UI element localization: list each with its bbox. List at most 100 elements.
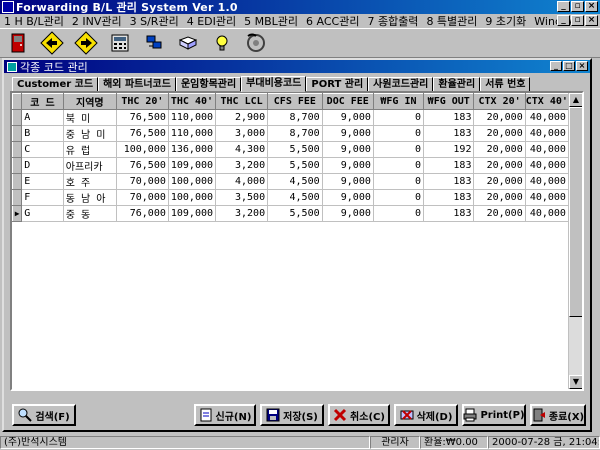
table-cell[interactable]: 100,000 — [168, 173, 217, 190]
scroll-down-button[interactable]: ▼ — [569, 375, 582, 389]
child-close-button[interactable]: × — [576, 61, 588, 71]
child-minimize-button[interactable]: _ — [550, 61, 562, 71]
table-cell[interactable]: 109,000 — [168, 205, 217, 222]
calculator-icon[interactable] — [108, 31, 132, 55]
table-cell[interactable]: 0 — [373, 109, 425, 126]
row-indicator[interactable] — [12, 125, 23, 142]
table-cell[interactable]: 3,000 — [215, 125, 269, 142]
table-cell[interactable]: 136,000 — [168, 141, 217, 158]
table-cell[interactable]: 183 — [423, 189, 475, 206]
table-cell[interactable]: 아프리카 — [63, 157, 117, 174]
mdi-close-button[interactable]: × — [585, 15, 598, 26]
minimize-button[interactable]: _ — [557, 1, 570, 12]
new-button[interactable]: 신규(N) — [194, 404, 256, 426]
table-row[interactable]: E호 주 70,000 100,000 4,000 4,500 9,000 0 183 20,0… — [12, 173, 582, 190]
table-cell[interactable]: 9,000 — [322, 141, 374, 158]
column-header[interactable]: 코 드 — [21, 93, 64, 110]
table-cell[interactable]: 20,000 — [473, 189, 526, 206]
table-cell[interactable]: 4,300 — [215, 141, 269, 158]
table-cell[interactable]: 70,000 — [116, 173, 169, 190]
table-cell[interactable]: 100,000 — [168, 189, 217, 206]
table-cell[interactable]: 100,000 — [116, 141, 169, 158]
tab-partner-code[interactable]: 해외 파트너코드 — [98, 77, 176, 92]
column-header[interactable]: THC 40' — [167, 93, 217, 110]
table-cell[interactable]: 8,700 — [267, 125, 323, 142]
table-cell[interactable]: 40,000 — [525, 205, 569, 222]
scroll-up-button[interactable]: ▲ — [569, 93, 582, 107]
tab-customer-code[interactable]: Customer 코드 — [12, 77, 99, 92]
table-cell[interactable]: 70,000 — [116, 189, 169, 206]
table-cell[interactable]: 40,000 — [525, 141, 569, 158]
table-cell[interactable]: C — [21, 141, 64, 158]
menu-init[interactable]: 9 초기화 — [485, 13, 526, 29]
table-cell[interactable]: 북 미 — [63, 109, 117, 126]
table-cell[interactable]: G — [21, 205, 64, 222]
table-cell[interactable]: 9,000 — [322, 109, 374, 126]
delete-button[interactable]: 삭제(D) — [394, 404, 458, 426]
table-cell[interactable]: 중 동 — [63, 205, 117, 222]
table-cell[interactable]: 5,500 — [267, 205, 323, 222]
table-row[interactable]: ▶ G 중 동 76,000 109,000 3,200 5,500 9,000 0 183 20,… — [12, 205, 582, 222]
table-cell[interactable]: 20,000 — [473, 205, 526, 222]
table-cell[interactable]: 호 주 — [63, 173, 117, 190]
row-indicator[interactable] — [12, 173, 23, 190]
row-indicator[interactable]: ▶ — [12, 205, 23, 222]
menu-report[interactable]: 7 종합출력 — [367, 13, 418, 29]
table-cell[interactable]: 9,000 — [322, 205, 374, 222]
maximize-button[interactable]: ▫ — [571, 1, 584, 12]
column-header[interactable]: THC LCL — [215, 93, 269, 110]
book-icon[interactable] — [176, 31, 200, 55]
table-cell[interactable]: 0 — [373, 141, 425, 158]
table-row[interactable]: D 아프리카 76,500 109,000 3,200 5,500 9,000 0 183 20,… — [12, 157, 582, 174]
table-cell[interactable]: 9,000 — [322, 125, 374, 142]
mdi-restore-button[interactable]: ▫ — [571, 15, 584, 26]
column-header[interactable]: CTX 20' — [473, 93, 526, 110]
tab-document-number[interactable]: 서류 번호 — [480, 77, 531, 92]
cancel-button[interactable]: 취소(C) — [328, 404, 390, 426]
column-header[interactable]: ₩FG OUT — [423, 93, 475, 110]
column-header[interactable]: CFS FEE — [267, 93, 323, 110]
close-button[interactable]: × — [585, 1, 598, 12]
column-header[interactable]: 지역명 — [62, 93, 117, 110]
vertical-scrollbar[interactable]: ▲ ▼ — [568, 93, 582, 389]
menu-special[interactable]: 8 특별관리 — [426, 13, 477, 29]
tab-surcharge-code[interactable]: 부대비용코드 — [241, 76, 307, 92]
tab-exchange-rate[interactable]: 환율관리 — [433, 77, 481, 92]
table-cell[interactable]: 4,000 — [215, 173, 269, 190]
menu-hbl[interactable]: 1 H B/L관리 — [4, 13, 64, 29]
lightbulb-icon[interactable] — [210, 31, 234, 55]
door-icon[interactable] — [6, 31, 30, 55]
table-cell[interactable]: B — [21, 125, 64, 142]
table-cell[interactable]: 9,000 — [322, 157, 374, 174]
column-header[interactable]: ₩FG IN — [372, 93, 425, 110]
table-cell[interactable]: 9,000 — [322, 189, 374, 206]
child-maximize-button[interactable]: □ — [563, 61, 575, 71]
table-cell[interactable]: 183 — [423, 125, 475, 142]
search-button[interactable]: 검색(F) — [12, 404, 76, 426]
table-cell[interactable]: 109,000 — [168, 157, 217, 174]
table-cell[interactable]: 192 — [423, 141, 475, 158]
table-cell[interactable]: E — [21, 173, 64, 190]
table-row[interactable]: B중 남 미 76,500 110,000 3,000 8,700 9,000 0 183 20… — [12, 125, 582, 142]
table-cell[interactable]: 2,900 — [215, 109, 269, 126]
phone-icon[interactable] — [244, 31, 268, 55]
app-icon[interactable] — [2, 1, 14, 13]
table-cell[interactable]: 0 — [373, 157, 425, 174]
table-cell[interactable]: A — [21, 109, 64, 126]
table-cell[interactable]: 40,000 — [525, 157, 569, 174]
table-cell[interactable]: 0 — [373, 173, 425, 190]
table-cell[interactable]: 5,500 — [267, 141, 323, 158]
table-row[interactable]: A북 미 76,500 110,000 2,900 8,700 9,000 0 183 20,0… — [12, 109, 582, 126]
table-cell[interactable]: 3,500 — [215, 189, 269, 206]
table-cell[interactable]: F — [21, 189, 64, 206]
table-row[interactable]: C유 럽 100,000 136,000 4,300 5,500 9,000 0 192 20,… — [12, 141, 582, 158]
menu-mbl[interactable]: 5 MBL관리 — [244, 13, 298, 29]
table-cell[interactable]: 40,000 — [525, 189, 569, 206]
table-cell[interactable]: 20,000 — [473, 109, 526, 126]
network-icon[interactable] — [142, 31, 166, 55]
table-cell[interactable]: 183 — [423, 109, 475, 126]
table-cell[interactable]: 183 — [423, 173, 475, 190]
row-indicator[interactable] — [12, 189, 23, 206]
table-cell[interactable]: 20,000 — [473, 141, 526, 158]
mdi-minimize-button[interactable]: _ — [557, 15, 570, 26]
